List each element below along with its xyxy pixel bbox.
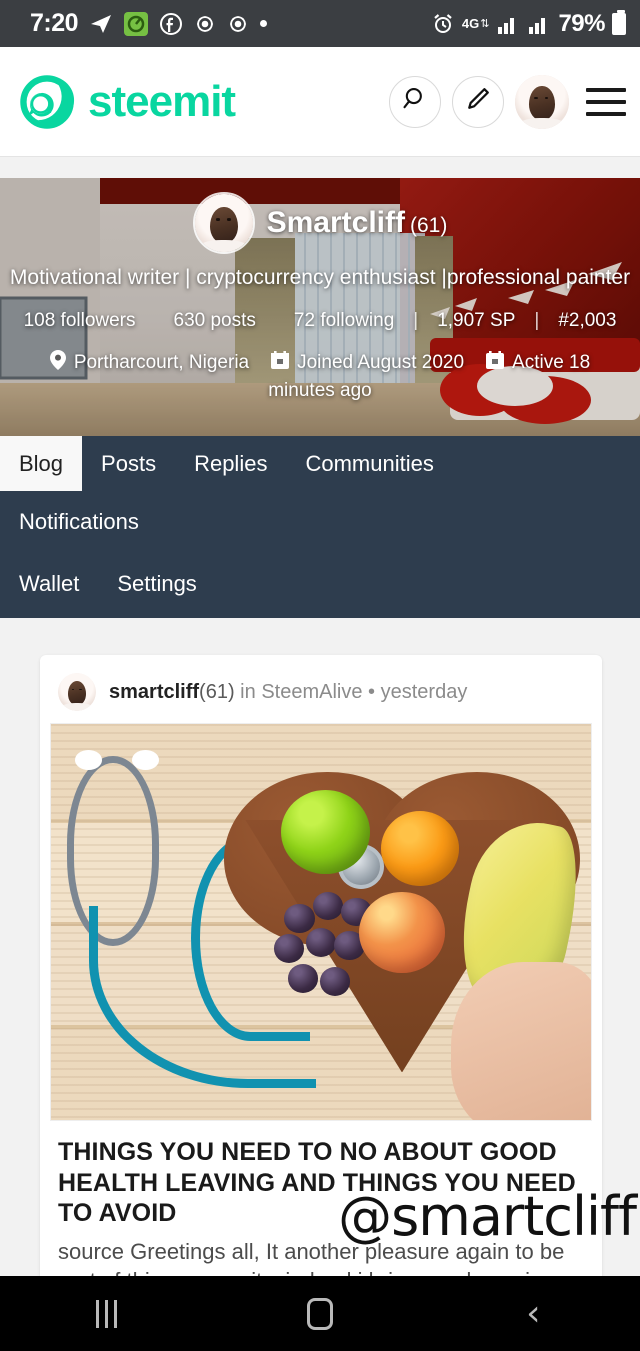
grape	[305, 928, 337, 957]
profile-joined: Joined August 2020	[271, 351, 464, 375]
phone-screen: 7:20 4G ⇅ 79% steemit Smartcliff (61) Mo…	[0, 0, 640, 1351]
clock-app-icon	[194, 13, 216, 35]
tab-communities[interactable]: Communities	[286, 436, 452, 491]
search-button[interactable]	[389, 75, 441, 128]
tab-posts[interactable]: Posts	[82, 436, 175, 491]
map-pin-icon	[49, 350, 66, 376]
tab-replies[interactable]: Replies	[175, 436, 286, 491]
post-byline: smartcliff(61) in SteemAlive • yesterday	[109, 681, 467, 704]
stat-followers[interactable]: 108 followers	[5, 310, 155, 332]
post-card[interactable]: smartcliff(61) in SteemAlive • yesterday	[40, 655, 602, 1335]
hamburger-menu-icon[interactable]	[586, 87, 626, 116]
recents-icon	[96, 1299, 118, 1328]
grape	[287, 964, 319, 993]
battery-icon	[612, 9, 626, 35]
post-thumbnail-image[interactable]	[50, 723, 592, 1121]
header-avatar[interactable]	[515, 74, 569, 129]
post-title[interactable]: THINGS YOU NEED TO NO ABOUT GOOD HEALTH …	[40, 1121, 602, 1229]
profile-meta: Portharcourt, Nigeria Joined August 2020…	[0, 350, 640, 402]
profile-nav: Blog Posts Replies Communities Notificat…	[0, 436, 640, 618]
profile-nav-row-1: Blog Posts Replies Communities	[0, 436, 453, 491]
stethoscope-eartip-right	[132, 749, 159, 770]
alarm-icon	[431, 12, 455, 36]
profile-name-block: Smartcliff (61)	[267, 206, 448, 240]
grape	[284, 903, 315, 933]
profile-avatar[interactable]	[192, 192, 255, 254]
home-button[interactable]	[213, 1297, 426, 1330]
post-community[interactable]: SteemAlive	[261, 681, 362, 703]
clock-app-icon-2	[227, 13, 249, 35]
status-bar: 7:20 4G ⇅ 79%	[0, 0, 640, 47]
app-header-actions	[389, 74, 626, 129]
stethoscope-eartip-left	[75, 749, 103, 770]
pencil-icon	[464, 85, 492, 118]
profile-location: Portharcourt, Nigeria	[49, 350, 250, 376]
profile-active: Active 18	[486, 351, 590, 375]
network-type-indicator: 4G ⇅	[461, 16, 490, 31]
back-button[interactable]: ‹	[427, 1292, 640, 1334]
orange-fruit	[380, 810, 459, 886]
status-bar-clock: 7:20	[30, 9, 79, 37]
post-time: yesterday	[380, 680, 468, 703]
stat-steem-power: 1,907 SP	[437, 310, 516, 331]
home-icon	[306, 1297, 333, 1330]
dot-icon	[260, 20, 268, 27]
calendar-icon-2	[486, 351, 505, 375]
profile-joined-label: Joined August 2020	[297, 352, 465, 373]
profile-active-label: Active 18	[512, 352, 591, 373]
signal-bars-sim1-icon	[496, 13, 520, 35]
profile-location-label: Portharcourt, Nigeria	[73, 352, 250, 373]
back-icon: ‹	[526, 1292, 541, 1334]
android-navigation-bar: ‹	[0, 1276, 640, 1351]
stat-divider: |	[413, 310, 419, 331]
steemit-wordmark: steemit	[88, 76, 236, 126]
post-separator: •	[368, 680, 376, 703]
profile-nav-row-2: Notifications	[0, 491, 158, 553]
profile-name-row: Smartcliff (61)	[0, 192, 640, 254]
profile-cover-banner: Smartcliff (61) Motivational writer | cry…	[0, 178, 640, 436]
hand-holding-bowl	[450, 961, 591, 1120]
stat-following[interactable]: 72 following	[275, 310, 413, 332]
avatar-face-art	[515, 74, 569, 129]
tab-settings[interactable]: Settings	[98, 571, 216, 597]
profile-username: Smartcliff	[266, 206, 405, 239]
tab-blog[interactable]: Blog	[0, 436, 83, 491]
status-bar-left: 7:20	[30, 9, 431, 38]
recents-button[interactable]	[0, 1299, 213, 1328]
app-green-icon	[124, 11, 149, 36]
search-icon	[401, 85, 429, 118]
steemit-logo[interactable]: steemit	[18, 73, 389, 131]
signal-bars-sim2-icon	[527, 13, 551, 35]
profile-active-label-wrap: minutes ago	[268, 380, 372, 401]
profile-reputation: (61)	[410, 214, 448, 237]
post-author-avatar[interactable]	[58, 673, 96, 711]
steemit-mark-icon	[20, 74, 75, 129]
app-header: steemit	[0, 47, 640, 157]
profile-about: Motivational writer | cryptocurrency ent…	[9, 266, 631, 289]
grape	[273, 934, 304, 963]
avatar-face-art	[58, 673, 96, 711]
calendar-icon	[271, 351, 290, 375]
post-in-label: in	[240, 680, 256, 703]
tab-wallet[interactable]: Wallet	[0, 571, 98, 597]
compose-button[interactable]	[452, 75, 504, 128]
stat-rank: #2,003	[558, 310, 617, 331]
facebook-icon	[159, 12, 183, 36]
telegram-icon	[89, 12, 113, 36]
post-author-rep: (61)	[199, 680, 235, 703]
profile-nav-row-3: Wallet Settings	[0, 553, 216, 615]
profile-overlay: Smartcliff (61) Motivational writer | cry…	[0, 178, 640, 436]
status-bar-right: 4G ⇅ 79%	[431, 9, 626, 38]
post-author-name[interactable]: smartcliff	[109, 681, 199, 703]
red-apple	[359, 891, 445, 974]
green-apple	[280, 789, 370, 874]
stat-posts[interactable]: 630 posts	[155, 310, 275, 332]
stat-divider-2: |	[534, 310, 540, 331]
avatar-face-art	[194, 194, 253, 252]
battery-percent-label: 79%	[558, 9, 605, 37]
grape	[320, 967, 351, 996]
post-card-header: smartcliff(61) in SteemAlive • yesterday	[40, 655, 602, 723]
profile-stats: 108 followers 630 posts 72 following | 1…	[0, 310, 640, 332]
tab-notifications[interactable]: Notifications	[0, 509, 158, 535]
